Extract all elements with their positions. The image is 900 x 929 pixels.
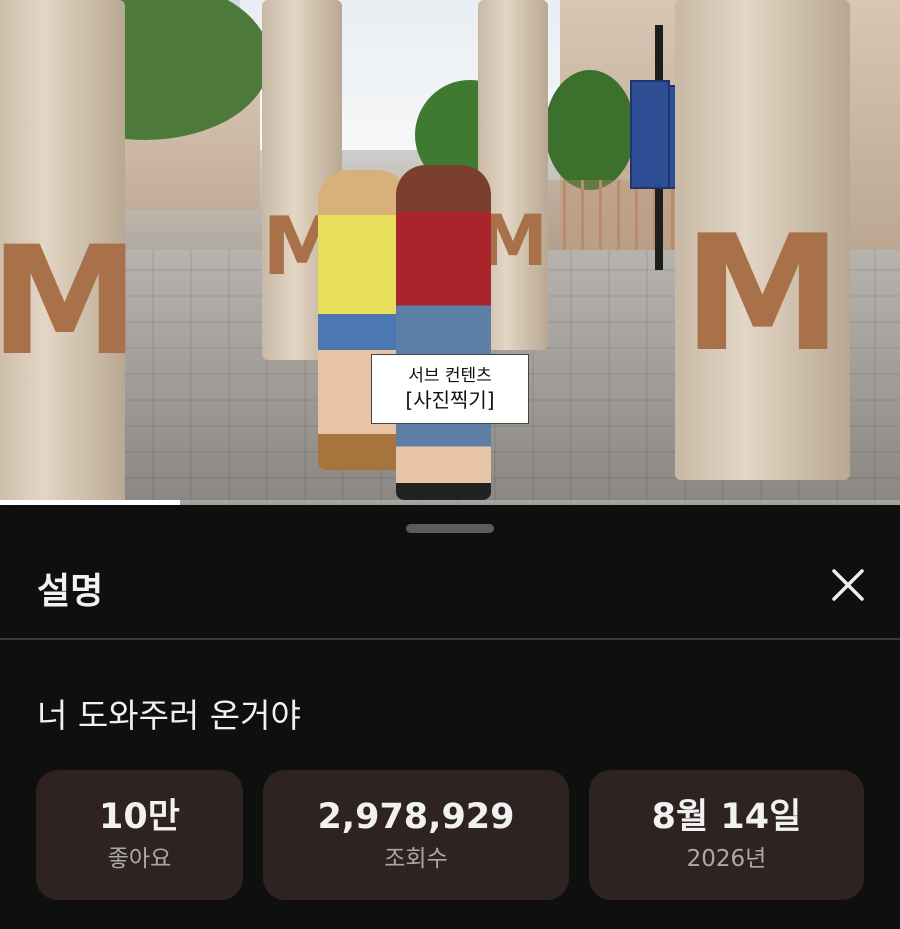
stat-value: 8월 14일	[651, 797, 802, 837]
stat-date: 8월 14일 2026년	[589, 770, 864, 900]
pillar: M	[0, 0, 140, 505]
stat-label: 조회수	[384, 846, 448, 872]
pillar-emblem: M	[682, 200, 843, 387]
stat-views: 2,978,929 조회수	[263, 770, 569, 900]
progress-bar-fill	[0, 500, 180, 505]
stat-likes: 10만 좋아요	[36, 770, 243, 900]
stat-label: 좋아요	[107, 846, 172, 872]
video-title: 너 도와주러 온거야	[37, 696, 301, 735]
stat-value: 10만	[99, 797, 180, 837]
subtitle-line-1: 서브 컨텐츠	[408, 366, 492, 386]
banner	[630, 80, 670, 189]
drag-handle[interactable]	[406, 524, 494, 533]
subtitle-caption: 서브 컨텐츠 [사진찍기]	[371, 354, 529, 424]
stat-value: 2,978,929	[317, 797, 515, 837]
pillar: M	[675, 0, 850, 480]
description-sheet: 설명 너 도와주러 온거야 10만 좋아요 2,978,929 조회수 8월 1…	[0, 507, 900, 929]
video-player[interactable]: M M M M 서브 컨텐츠 [사진찍기]	[0, 0, 900, 505]
subtitle-line-2: [사진찍기]	[405, 388, 495, 412]
close-icon	[832, 569, 864, 601]
close-button[interactable]	[820, 557, 876, 613]
divider	[0, 638, 900, 640]
sheet-title: 설명	[37, 571, 104, 612]
progress-bar[interactable]	[0, 500, 900, 505]
stat-label: 2026년	[686, 846, 767, 872]
person	[318, 170, 408, 470]
pillar-emblem: M	[0, 215, 140, 389]
scenery-tree	[545, 70, 635, 190]
person	[396, 165, 491, 500]
